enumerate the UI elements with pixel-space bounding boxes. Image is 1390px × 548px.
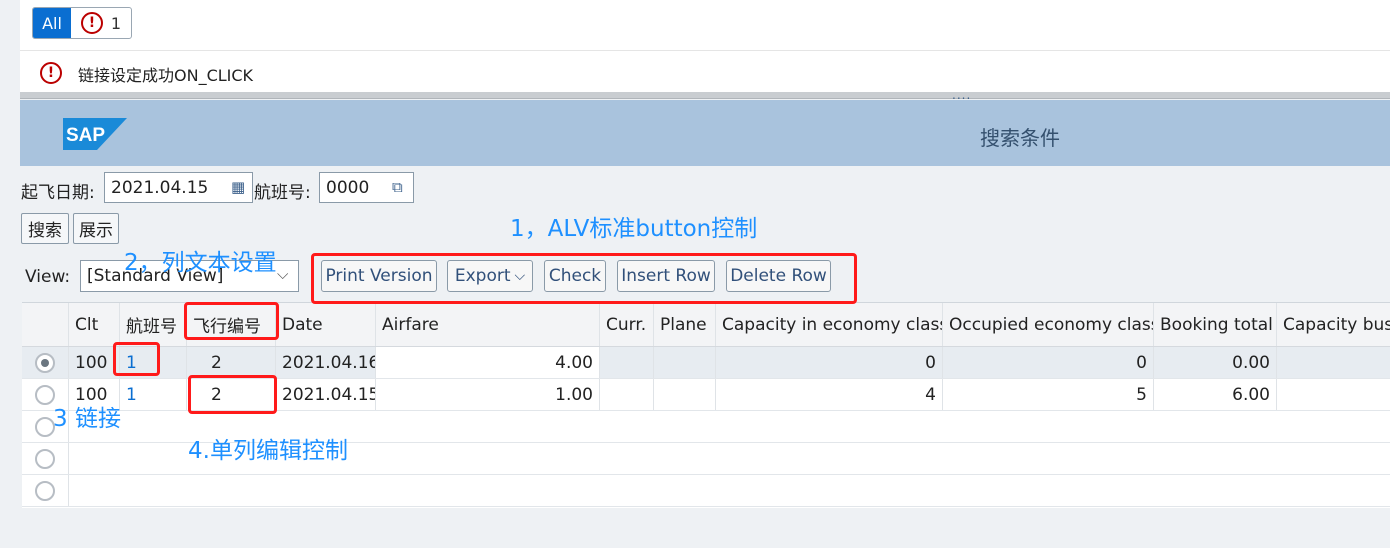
cell-cap-bus (1277, 347, 1390, 378)
annotation-4: 4.单列编辑控制 (188, 438, 348, 464)
cell-airfare: 1.00 (376, 379, 600, 410)
radio-icon[interactable] (35, 448, 55, 469)
message-line: ! 链接设定成功ON_CLICK (20, 50, 1390, 92)
date-value: 2021.04.15 (111, 177, 209, 198)
cell-cap-eco: 0 (716, 347, 943, 378)
column-header-plane[interactable]: Plane (654, 303, 716, 346)
sap-logo: SAP (63, 118, 127, 150)
row-selector[interactable] (22, 443, 69, 474)
cell-cap-bus (1277, 379, 1390, 410)
splitter[interactable] (20, 92, 1390, 99)
cell-airfare: 4.00 (376, 347, 600, 378)
cell-flightno: 2 (187, 347, 276, 378)
error-icon: ! (80, 12, 103, 34)
row-selector-header[interactable] (22, 303, 69, 346)
column-header-curr[interactable]: Curr. (600, 303, 654, 346)
radio-icon[interactable] (35, 416, 55, 437)
date-input[interactable]: 2021.04.15 ▦ (104, 172, 253, 203)
cell-date: 2021.04.16 (276, 347, 376, 378)
annotation-box-toolbar (311, 253, 857, 304)
empty-row (22, 475, 1390, 507)
radio-icon[interactable] (35, 384, 55, 405)
column-header-clt[interactable]: Clt (69, 303, 120, 346)
flight-input[interactable]: 0000 ⧉ (319, 172, 414, 203)
message-text: 链接设定成功ON_CLICK (78, 66, 254, 85)
cell-date: 2021.04.15 (276, 379, 376, 410)
annotation-box-column-text (184, 302, 279, 340)
annotation-3: 3 链接 (53, 406, 121, 432)
annotation-2: 2，列文本设置 (124, 250, 277, 276)
radio-icon[interactable] (35, 480, 55, 501)
calendar-icon[interactable]: ▦ (231, 178, 245, 196)
date-label: 起飞日期: (21, 183, 95, 203)
message-filter: All ! 1 (32, 7, 132, 39)
chevron-down-icon: ⌵ (277, 265, 289, 283)
cell-cap-eco: 4 (716, 379, 943, 410)
message-bar (20, 0, 1390, 50)
filter-error-button[interactable]: ! 1 (71, 8, 131, 38)
show-button[interactable]: 展示 (73, 213, 119, 244)
flight-label: 航班号: (254, 183, 311, 203)
view-label: View: (25, 267, 71, 287)
cell-occ-eco: 0 (943, 347, 1154, 378)
flight-value: 0000 (326, 177, 370, 198)
annotation-box-edit (188, 375, 277, 414)
cell-booking: 6.00 (1154, 379, 1277, 410)
cell-booking: 0.00 (1154, 347, 1277, 378)
filter-all-button[interactable]: All (33, 8, 71, 38)
cell-flight-link[interactable]: 1 (120, 379, 187, 410)
svg-text:SAP: SAP (66, 125, 105, 146)
row-selector[interactable] (22, 475, 69, 506)
cell-curr (600, 347, 654, 378)
annotation-1: 1，ALV标准button控制 (510, 216, 758, 242)
cell-plane (654, 379, 716, 410)
cell-curr (600, 379, 654, 410)
column-header-cap-bus[interactable]: Capacity busi (1277, 303, 1390, 346)
search-button[interactable]: 搜索 (21, 213, 69, 244)
column-header-booking[interactable]: Booking total (1154, 303, 1277, 346)
annotation-box-link (113, 342, 160, 376)
column-header-airfare[interactable]: Airfare (376, 303, 600, 346)
error-count: 1 (110, 13, 122, 33)
row-selector[interactable] (22, 347, 69, 378)
value-help-icon[interactable]: ⧉ (392, 178, 403, 196)
column-header-occ-eco[interactable]: Occupied economy class (943, 303, 1154, 346)
column-header-cap-eco[interactable]: Capacity in economy class (716, 303, 943, 346)
page-header (20, 100, 1390, 166)
column-header-flight[interactable]: 航班号 (120, 303, 187, 346)
radio-selected-icon[interactable] (35, 352, 55, 373)
column-header-date[interactable]: Date (276, 303, 376, 346)
cell-plane (654, 347, 716, 378)
error-icon: ! (40, 62, 62, 84)
page-title: 搜索条件 (980, 126, 1060, 150)
cell-occ-eco: 5 (943, 379, 1154, 410)
